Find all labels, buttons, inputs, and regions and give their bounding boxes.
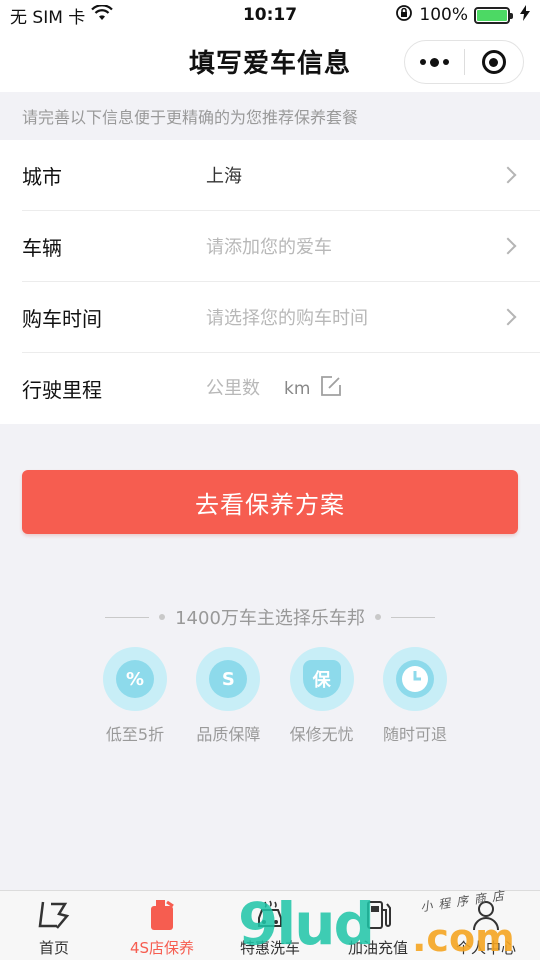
- more-button[interactable]: [405, 41, 464, 83]
- feature-list: % 低至5折 S 品质保障 保 保修无忧 随时可退: [100, 647, 450, 745]
- promo-dot-right: [374, 614, 381, 620]
- promo-line-right: [390, 616, 435, 618]
- user-icon: [471, 897, 501, 933]
- city-value: 上海: [206, 166, 242, 187]
- clock-face: [395, 660, 434, 698]
- car-wash-icon: [253, 897, 287, 933]
- promo-line-left: [105, 616, 150, 618]
- promo-tagline: 1400万车主选择乐车邦: [0, 604, 540, 630]
- tab-fuel-recharge[interactable]: 加油充值: [324, 891, 432, 960]
- battery-percent: 100%: [419, 5, 468, 25]
- more-dots-icon: [419, 57, 449, 67]
- tab-car-wash[interactable]: 特惠洗车: [216, 891, 324, 960]
- tab-label: 首页: [38, 939, 69, 957]
- status-bar: 无 SIM 卡 10:17 100%: [0, 0, 540, 30]
- tab-label: 特惠洗车: [239, 939, 300, 957]
- feature-label: 保修无忧: [289, 725, 354, 744]
- status-left: 无 SIM 卡: [10, 3, 210, 28]
- mileage-row: 行驶里程 km: [22, 353, 540, 424]
- city-row[interactable]: 城市 上海: [22, 140, 540, 211]
- edit-icon: [320, 375, 342, 397]
- tab-label: 加油充值: [347, 939, 408, 957]
- info-hint: 请完善以下信息便于更精确的为您推荐保养套餐: [0, 92, 540, 140]
- chevron-right-icon: [499, 237, 517, 255]
- wifi-icon: [91, 3, 114, 26]
- percent-icon: %: [103, 647, 167, 711]
- quality-s-icon: S: [196, 647, 261, 711]
- tab-label: 4S店保养: [129, 939, 195, 957]
- warranty-shield-icon: 保: [289, 647, 354, 711]
- home-logo-icon: [37, 897, 71, 933]
- close-target-icon: [481, 50, 506, 74]
- orientation-lock-icon: [395, 4, 413, 27]
- feature-label: 随时可退: [382, 725, 447, 744]
- feature-glyph: S: [209, 660, 248, 698]
- bottom-tab-bar: 首页 4S店保养 特惠洗车 加油充值 个人中心: [0, 890, 540, 960]
- charging-icon: [520, 4, 530, 26]
- battery-fill: [477, 9, 507, 21]
- nav-bar: 填写爱车信息: [0, 30, 540, 92]
- vehicle-placeholder: 请添加您的爱车: [206, 237, 332, 258]
- status-time: 10:17: [242, 5, 298, 25]
- clock-icon: [382, 647, 447, 711]
- promo-text: 1400万车主选择乐车邦: [175, 608, 365, 629]
- view-maintenance-plan-button[interactable]: 去看保养方案: [22, 470, 518, 534]
- tab-profile[interactable]: 个人中心: [432, 891, 540, 960]
- mileage-unit: km: [284, 378, 311, 399]
- feature-discount: % 低至5折: [100, 647, 170, 745]
- oil-can-icon: [147, 897, 177, 933]
- vehicle-row[interactable]: 车辆 请添加您的爱车: [22, 211, 540, 282]
- promo-dot-left: [159, 614, 166, 620]
- purchase-time-row[interactable]: 购车时间 请选择您的购车时间: [22, 282, 540, 353]
- purchase-time-placeholder: 请选择您的购车时间: [206, 308, 368, 329]
- car-info-form: 城市 上海 车辆 请添加您的爱车 购车时间 请选择您的购车时间 行驶里程 km: [0, 140, 540, 424]
- city-label: 城市: [22, 164, 62, 189]
- feature-glyph: 保: [302, 660, 341, 698]
- feature-label: 品质保障: [196, 725, 261, 744]
- mileage-input[interactable]: [206, 378, 268, 399]
- mileage-field-wrap: km: [206, 375, 518, 399]
- tab-label: 个人中心: [455, 939, 516, 957]
- feature-warranty: 保 保修无忧: [287, 647, 357, 745]
- page-title: 填写爱车信息: [188, 48, 351, 79]
- carrier-label: 无 SIM 卡: [10, 7, 86, 28]
- purchase-time-label: 购车时间: [22, 306, 102, 331]
- chevron-right-icon: [499, 166, 517, 184]
- tab-home[interactable]: 首页: [0, 891, 108, 960]
- mileage-label: 行驶里程: [22, 378, 102, 402]
- tab-4s-maintenance[interactable]: 4S店保养: [108, 891, 216, 960]
- fuel-pump-icon: [363, 897, 393, 933]
- mini-program-capsule: [404, 40, 524, 84]
- feature-refund: 随时可退: [380, 647, 450, 745]
- status-right: 100%: [330, 4, 530, 27]
- chevron-right-icon: [499, 308, 517, 326]
- feature-glyph: %: [116, 660, 154, 698]
- vehicle-label: 车辆: [22, 235, 62, 260]
- feature-quality: S 品质保障: [193, 647, 263, 745]
- battery-icon: [474, 6, 513, 24]
- close-button[interactable]: [465, 41, 524, 83]
- feature-label: 低至5折: [105, 725, 165, 744]
